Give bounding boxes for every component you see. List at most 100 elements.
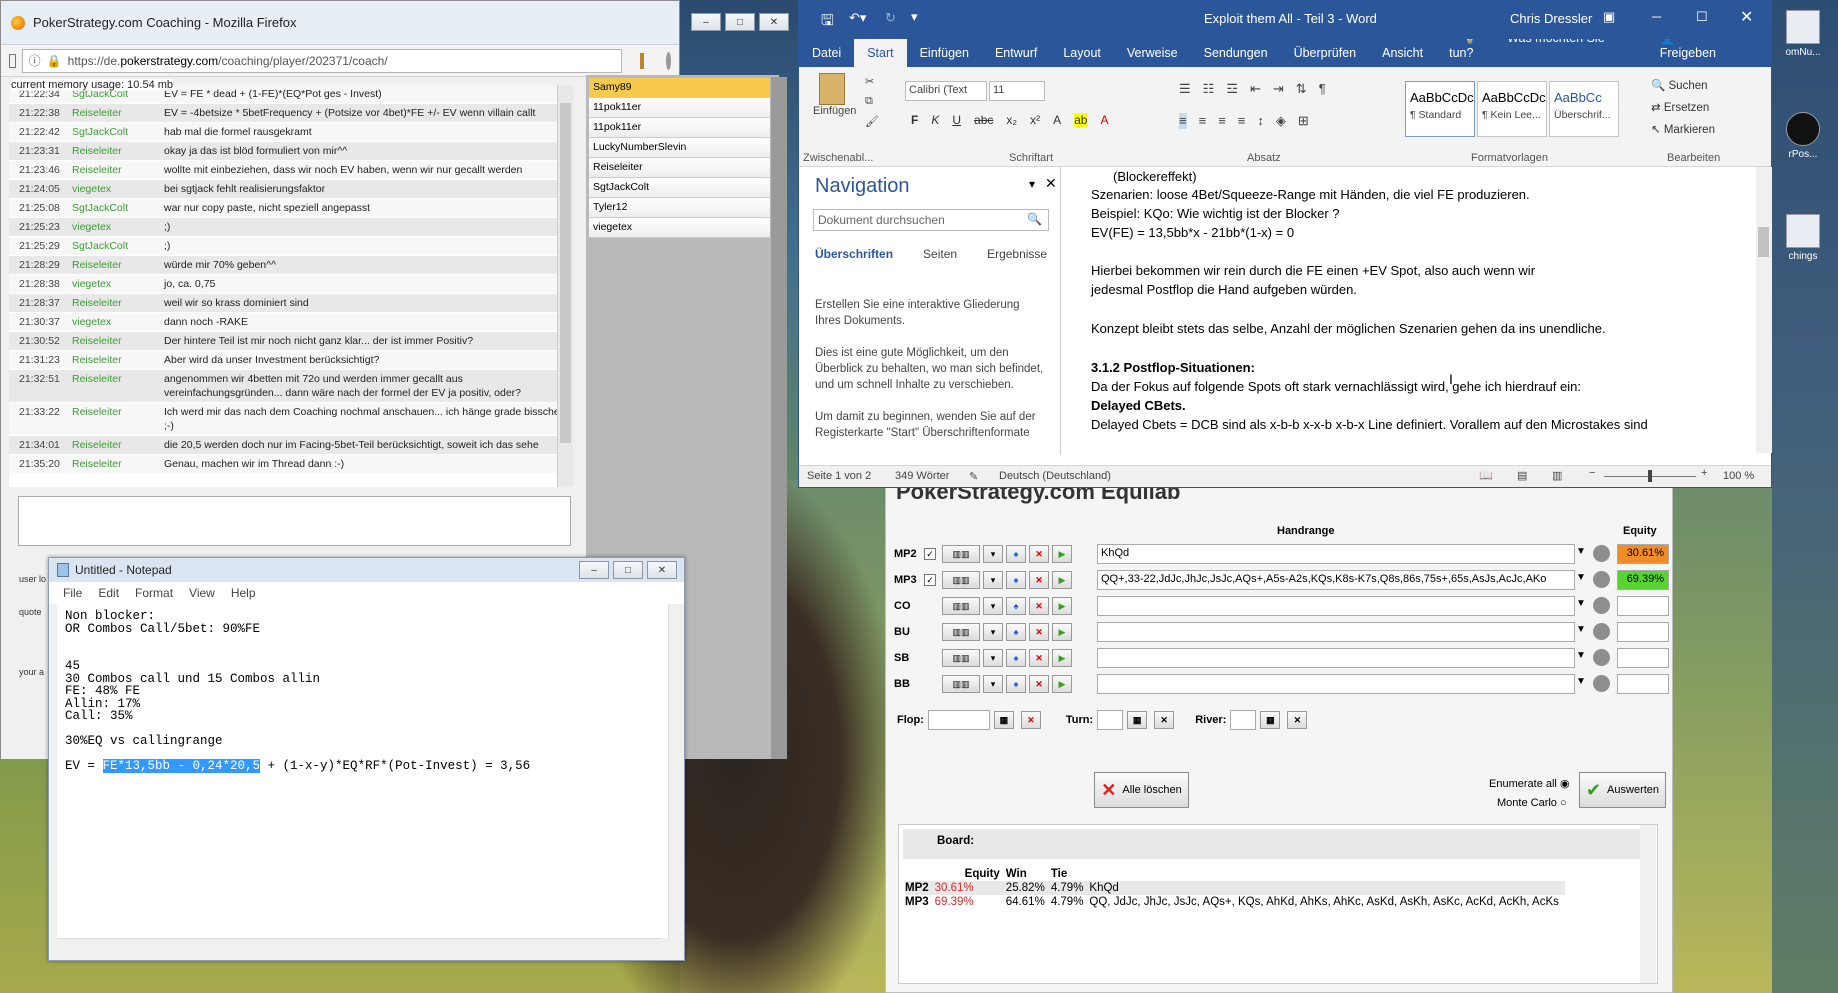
style-gallery-item[interactable]: AaBbCc Überschrif...: [1549, 81, 1619, 137]
notepad-menu-item[interactable]: File: [63, 586, 82, 600]
underline-icon[interactable]: U: [952, 113, 961, 127]
maximize-icon[interactable]: ☐: [1696, 9, 1708, 25]
ribbon-tab[interactable]: Layout: [1050, 46, 1114, 67]
info-icon[interactable]: ⓘ: [29, 52, 41, 69]
ribbon-tab[interactable]: Überprüfen: [1281, 46, 1370, 67]
url-bar[interactable]: ⓘ 🔒 https://de.pokerstrategy.com/coachin…: [21, 48, 622, 73]
numbering-icon[interactable]: ☷: [1203, 81, 1215, 97]
subscript-icon[interactable]: x₂: [1006, 113, 1017, 127]
multilevel-icon[interactable]: ☲: [1226, 81, 1238, 97]
zoom-slider[interactable]: [1604, 470, 1696, 482]
document-page[interactable]: (Blockereffekt) Szenarien: loose 4Bet/Squ…: [1063, 167, 1755, 451]
zoom-in-icon[interactable]: +: [1701, 467, 1707, 479]
range-dropdown-icon[interactable]: ▼: [1576, 676, 1586, 687]
align-left-icon[interactable]: ≡: [1179, 113, 1187, 129]
hand-picker-icon[interactable]: ▾: [983, 675, 1003, 693]
minimize-icon[interactable]: ─: [1652, 9, 1661, 24]
ribbon-display-icon[interactable]: ▣: [1603, 9, 1615, 25]
italic-icon[interactable]: K: [931, 113, 939, 127]
checkbox-checked-icon[interactable]: ✓: [924, 574, 936, 586]
ribbon-tab[interactable]: Verweise: [1114, 46, 1191, 67]
card-picker-icon[interactable]: ▦: [993, 711, 1014, 729]
align-right-icon[interactable]: ≡: [1218, 113, 1226, 129]
hand-picker-icon[interactable]: ▾: [983, 571, 1003, 589]
word-user[interactable]: Chris Dressler: [1510, 11, 1592, 26]
style-gallery-item[interactable]: AaBbCcDc ¶ Standard: [1405, 81, 1475, 137]
zoom-level[interactable]: 100 %: [1723, 470, 1754, 482]
notepad-menu-item[interactable]: Help: [231, 586, 256, 600]
chat-user[interactable]: Reiseleiter: [52, 163, 164, 177]
redo-icon[interactable]: ↻: [885, 10, 896, 26]
maximize-icon[interactable]: □: [725, 13, 755, 31]
shading-icon[interactable]: ◈: [1276, 113, 1286, 129]
enumerate-option[interactable]: Enumerate all ◉: [1489, 777, 1570, 790]
sidebar-icon[interactable]: [9, 53, 16, 68]
proofing-icon[interactable]: ✎: [969, 470, 978, 483]
range-stats-icon[interactable]: [1593, 545, 1610, 562]
ribbon-tab[interactable]: Einfügen: [907, 46, 982, 67]
bullets-icon[interactable]: ☰: [1179, 81, 1191, 97]
hand-range-input[interactable]: [1097, 622, 1575, 642]
ribbon-tab[interactable]: Datei: [799, 46, 854, 67]
users-scrollbar[interactable]: [771, 77, 787, 759]
results-scrollbar[interactable]: [1640, 825, 1656, 983]
cut-icon[interactable]: ✂: [865, 75, 874, 88]
range-dropdown-icon[interactable]: ▼: [1576, 546, 1586, 557]
play-icon[interactable]: ▶: [1052, 597, 1072, 615]
range-stats-icon[interactable]: [1593, 649, 1610, 666]
user-list-item[interactable]: LuckyNumberSlevin: [589, 138, 770, 158]
range-matrix-icon[interactable]: ▥▥: [942, 571, 980, 589]
format-painter-icon[interactable]: 🖌: [865, 115, 879, 128]
font-color-icon[interactable]: A: [1100, 113, 1108, 127]
river-input[interactable]: [1230, 710, 1257, 730]
chat-user[interactable]: Reiseleiter: [52, 106, 164, 120]
notepad-menu-item[interactable]: Format: [135, 586, 173, 600]
notepad-menu-item[interactable]: View: [189, 586, 215, 600]
card-picker-icon[interactable]: ▦: [1127, 711, 1148, 729]
chat-user[interactable]: viegetex: [52, 220, 164, 234]
remove-icon[interactable]: ✕: [1029, 649, 1049, 667]
hand-range-input[interactable]: [1097, 596, 1575, 616]
hand-range-input[interactable]: QQ+,33-22,JdJc,JhJc,JsJc,AQs+,A5s-A2s,KQ…: [1097, 570, 1575, 590]
hand-range-input[interactable]: [1097, 674, 1575, 694]
doc-scroll-thumb[interactable]: [1758, 227, 1769, 257]
monte-carlo-option[interactable]: Monte Carlo ○: [1497, 797, 1567, 809]
clear-flop-icon[interactable]: ✕: [1020, 711, 1041, 729]
card-icon[interactable]: ♠: [1006, 649, 1026, 667]
desktop-icon[interactable]: rPos...: [1780, 112, 1826, 160]
superscript-icon[interactable]: x²: [1030, 113, 1040, 127]
zoom-out-icon[interactable]: −: [1589, 467, 1595, 479]
hand-picker-icon[interactable]: ▾: [983, 545, 1003, 563]
minimize-icon[interactable]: –: [579, 561, 609, 579]
close-icon[interactable]: ✕: [1740, 7, 1753, 27]
chat-user[interactable]: viegetex: [52, 182, 164, 196]
user-list-item[interactable]: Tyler12: [589, 198, 770, 218]
font-name-box[interactable]: Calibri (Text: [905, 81, 987, 101]
range-dropdown-icon[interactable]: ▼: [1576, 572, 1586, 583]
read-mode-icon[interactable]: 📖: [1479, 469, 1493, 482]
font-size-box[interactable]: 11: [989, 81, 1045, 101]
card-icon[interactable]: ♠: [1006, 675, 1026, 693]
card-icon[interactable]: ♠: [1006, 545, 1026, 563]
range-stats-icon[interactable]: [1593, 623, 1610, 640]
bookmark-icon[interactable]: [639, 52, 644, 69]
remove-icon[interactable]: ✕: [1029, 571, 1049, 589]
chat-user[interactable]: Reiseleiter: [52, 353, 164, 367]
ribbon-tab[interactable]: Start: [854, 39, 907, 67]
find-button[interactable]: 🔍 Suchen: [1651, 75, 1715, 97]
status-language[interactable]: Deutsch (Deutschland): [999, 470, 1111, 482]
chat-user[interactable]: SgtJackColt: [52, 201, 164, 215]
chat-user[interactable]: Reiseleiter: [52, 457, 164, 471]
highlight-icon[interactable]: ab: [1074, 113, 1088, 127]
hand-picker-icon[interactable]: ▾: [983, 597, 1003, 615]
card-icon[interactable]: ♠: [1006, 623, 1026, 641]
decrease-indent-icon[interactable]: ⇤: [1250, 81, 1261, 97]
zoom-thumb[interactable]: [1648, 470, 1652, 482]
line-spacing-icon[interactable]: ↕: [1257, 113, 1264, 129]
play-icon[interactable]: ▶: [1052, 649, 1072, 667]
play-icon[interactable]: ▶: [1052, 545, 1072, 563]
chat-user[interactable]: Reiseleiter: [52, 258, 164, 272]
clear-turn-icon[interactable]: ✕: [1154, 711, 1175, 729]
customize-qat-icon[interactable]: ▾: [911, 9, 918, 25]
card-icon[interactable]: ♠: [1006, 571, 1026, 589]
